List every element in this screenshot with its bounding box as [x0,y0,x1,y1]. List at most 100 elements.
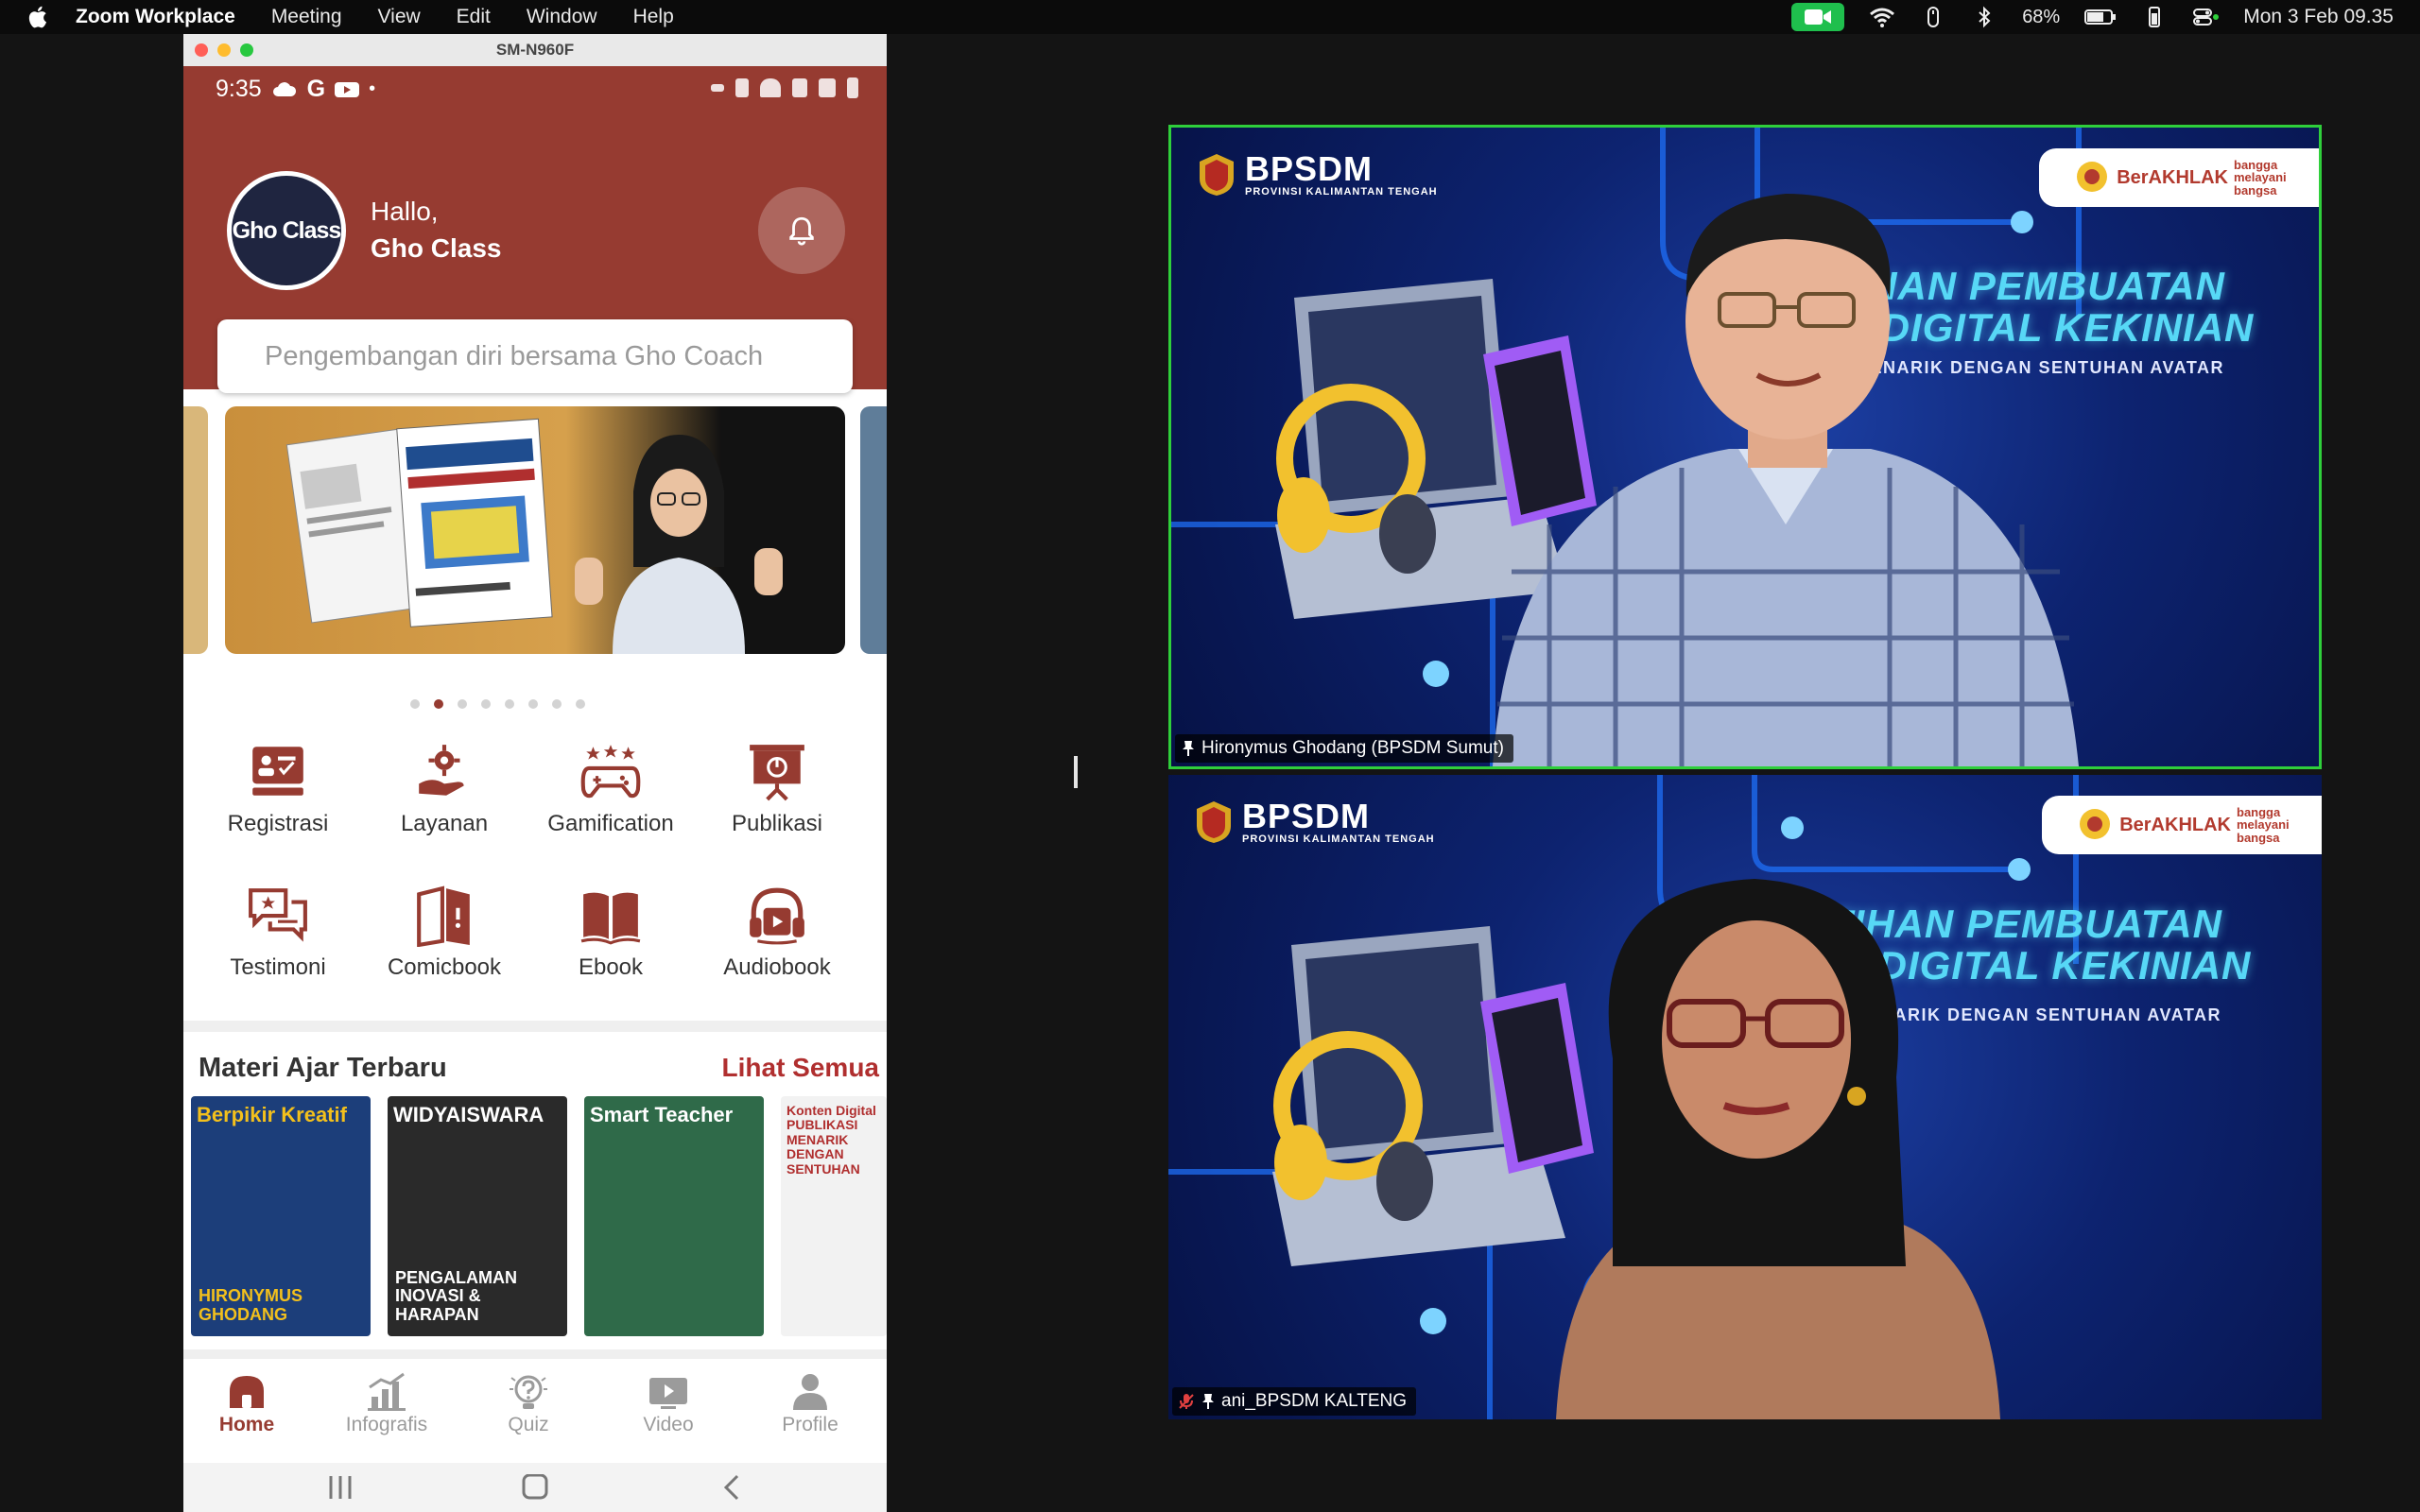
menu-gamification[interactable]: Gamification [527,741,694,864]
menu-audiobook[interactable]: Audiobook [694,885,860,1007]
avatar[interactable]: Gho Class [227,171,346,290]
apple-logo-icon[interactable] [25,4,53,30]
notification-dot-icon: • [369,78,376,99]
nav-label: Quiz [508,1414,549,1435]
nav-home[interactable]: Home [185,1372,308,1436]
notification-button[interactable] [758,187,845,274]
testimonial-icon [249,888,307,942]
wifi-icon[interactable] [1869,6,1895,28]
menu-app-name[interactable]: Zoom Workplace [76,6,235,28]
video-tile-hironymus[interactable]: BPSDM PROVINSI KALIMANTAN TENGAH BerAKHL… [1168,125,2322,769]
registration-icon [252,747,303,796]
video-tile-ani[interactable]: BPSDM PROVINSI KALIMANTAN TENGAH BerAKHL… [1168,775,2322,1419]
menu-comicbook[interactable]: Comicbook [361,885,527,1007]
carousel-dot[interactable] [551,699,562,709]
signal-icon [711,84,724,92]
menu-layanan[interactable]: Layanan [361,741,527,864]
presentation-icon [750,745,804,801]
bluetooth-icon[interactable] [1971,6,1997,28]
menubar-clock[interactable]: Mon 3 Feb 09.35 [2243,6,2394,28]
book-title: Smart Teacher [590,1103,734,1126]
window-maximize-button[interactable] [240,43,253,57]
nav-profile[interactable]: Profile [749,1372,872,1436]
audiobook-icon [750,887,804,945]
android-home-icon[interactable] [516,1474,554,1501]
mute-icon [735,78,749,97]
participant-name-tag: ani_BPSDM KALTENG [1172,1387,1417,1416]
bottom-navigation: Home Infografis Quiz Video Profile [183,1359,887,1463]
carousel-prev-slide[interactable] [183,406,208,654]
control-center-icon[interactable] [2192,6,2220,28]
carousel-dot[interactable] [433,699,443,709]
google-icon: G [306,76,326,102]
menu-testimoni[interactable]: Testimoni [195,885,361,1007]
book-cover-3[interactable]: Smart Teacher [584,1096,764,1336]
participant-video-woman [1556,879,2000,1419]
phone-battery-level-icon [847,77,858,98]
gamepad-icon [580,745,641,799]
menu-label: Gamification [547,811,674,836]
window-titlebar[interactable]: SM-N960F [183,34,887,66]
zoom-status-icon[interactable] [1791,3,1845,31]
network-4g-icon [792,78,807,97]
book-cover-4[interactable]: Konten Digital PUBLIKASI MENARIK DENGAN … [781,1096,887,1336]
bell-icon [789,216,814,246]
macos-menu-bar: Zoom Workplace Meeting View Edit Window … [0,0,2420,34]
participant-name-tag: Hironymus Ghodang (BPSDM Sumut) [1175,734,1513,763]
battery-icon[interactable] [2084,6,2117,28]
phone-wifi-icon [760,78,781,97]
search-box[interactable] [217,319,853,393]
nav-video[interactable]: Video [607,1372,730,1436]
window-close-button[interactable] [195,43,208,57]
infographic-icon [368,1372,406,1411]
nav-infografis[interactable]: Infografis [325,1372,448,1436]
carousel-dot[interactable] [409,699,420,709]
menu-ebook[interactable]: Ebook [527,885,694,1007]
menu-view[interactable]: View [378,6,421,28]
menu-registrasi[interactable]: Registrasi [195,741,361,864]
youtube-icon [335,81,360,97]
section-title: Materi Ajar Terbaru [199,1053,447,1083]
menu-meeting[interactable]: Meeting [271,6,342,28]
phone-status-icons [711,77,858,98]
search-input[interactable] [265,340,832,372]
recent-apps-icon[interactable] [321,1474,359,1501]
book-cover-1[interactable]: Berpikir Kreatif HIRONYMUS GHODANG [191,1096,371,1336]
window-minimize-button[interactable] [217,43,231,57]
profile-icon [793,1374,827,1410]
back-icon[interactable] [713,1474,751,1501]
menu-publikasi[interactable]: Publikasi [694,741,860,864]
quiz-icon [510,1375,547,1409]
nav-label: Home [218,1414,275,1435]
menu-label: Registrasi [227,811,329,836]
carousel-dot[interactable] [527,699,538,709]
mic-muted-icon [1179,1394,1194,1409]
nav-quiz[interactable]: Quiz [467,1372,590,1436]
carousel-dot[interactable] [457,699,467,709]
see-all-link[interactable]: Lihat Semua [722,1053,879,1083]
window-title: SM-N960F [495,41,575,59]
carousel-dot[interactable] [575,699,585,709]
user-name: Gho Class [371,233,502,263]
ebook-icon [580,892,641,945]
book-title: WIDYAISWARA [393,1103,544,1126]
carousel-dot[interactable] [480,699,491,709]
mouse-icon[interactable] [1920,6,1946,28]
phone-battery-icon[interactable] [2141,6,2168,28]
pin-icon [1202,1394,1214,1409]
status-area: 68% Mon 3 Feb 09.35 [1791,0,2394,34]
participant-name: ani_BPSDM KALTENG [1221,1391,1408,1411]
menu-edit[interactable]: Edit [457,6,491,28]
carousel-banner[interactable] [225,406,845,654]
carousel-next-slide[interactable] [860,406,887,654]
book-carousel: Berpikir Kreatif HIRONYMUS GHODANG WIDYA… [191,1096,887,1338]
phone-mirror-window: SM-N960F 9:35 G • Gho Class Hallo, Gho C… [183,34,887,1512]
avatar-label: Gho Class [232,216,342,244]
menu-help[interactable]: Help [633,6,674,28]
home-icon [230,1376,264,1408]
nav-label: Infografis [345,1414,428,1435]
carousel-dot[interactable] [504,699,514,709]
book-subtitle: HIRONYMUS GHODANG [199,1286,303,1325]
menu-window[interactable]: Window [527,6,597,28]
book-cover-2[interactable]: WIDYAISWARA PENGALAMAN INOVASI & HARAPAN [388,1096,567,1336]
